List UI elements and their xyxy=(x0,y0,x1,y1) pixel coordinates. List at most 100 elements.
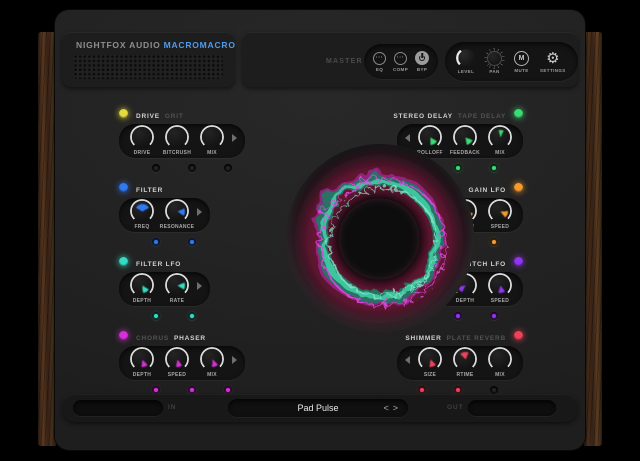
mod-dot xyxy=(152,238,160,246)
tab-chorus[interactable]: CHORUS xyxy=(136,335,169,342)
brand-primary: NIGHTFOX AUDIO xyxy=(76,40,161,50)
tab-shimmer[interactable]: SHIMMER xyxy=(405,335,441,342)
module-drive: DRIVE GRIT DRIVE BITCRUSH MIX xyxy=(119,108,245,172)
in-label: IN xyxy=(168,404,177,411)
knob-drive[interactable]: DRIVE xyxy=(127,126,157,156)
module-filter: FILTER FREQ RESONANCE xyxy=(119,182,210,246)
knob-label: DEPTH xyxy=(133,372,151,378)
preset-next-icon[interactable]: > xyxy=(392,402,399,414)
tab-grit[interactable]: GRIT xyxy=(165,113,184,120)
mod-dot xyxy=(188,164,196,172)
knob-label: DEPTH xyxy=(133,298,151,304)
knob-depth[interactable]: DEPTH xyxy=(127,274,157,304)
tab-stereo-delay[interactable]: STEREO DELAY xyxy=(393,113,453,120)
level-label: LEVEL xyxy=(458,69,475,74)
knob-group: DEPTH RATE xyxy=(119,272,210,306)
brand: NIGHTFOX AUDIOMACROMACRO xyxy=(62,32,235,50)
knob-label: DRIVE xyxy=(134,150,151,156)
comp-label: COMP xyxy=(393,67,408,72)
module-led xyxy=(119,183,128,192)
mod-dot xyxy=(188,312,196,320)
knob-mix[interactable]: MIX xyxy=(485,126,515,156)
mute-label: MUTE xyxy=(514,68,528,73)
expand-arrow-icon[interactable] xyxy=(197,282,202,290)
preset-prev-icon[interactable]: < xyxy=(382,402,389,414)
expand-arrow-icon[interactable] xyxy=(232,356,237,364)
tab-plate-reverb[interactable]: PLATE REVERB xyxy=(447,335,506,342)
module-shimmer: SHIMMER PLATE REVERB SIZE RTIME MIX xyxy=(397,330,523,394)
input-meter xyxy=(73,400,163,416)
knob-rate[interactable]: RATE xyxy=(162,274,192,304)
module-filter-lfo: FILTER LFO DEPTH RATE xyxy=(119,256,210,320)
mod-dot xyxy=(152,164,160,172)
bypass-label: BYP xyxy=(417,67,427,72)
gear-icon: ⚙ xyxy=(546,51,559,66)
knob-label: MIX xyxy=(495,372,505,378)
eq-button[interactable]: ··· EQ xyxy=(373,52,386,72)
level-knob[interactable]: LEVEL xyxy=(457,49,475,74)
tab-filter[interactable]: FILTER xyxy=(136,187,163,194)
preset-nav: < > xyxy=(382,402,399,414)
module-led xyxy=(119,257,128,266)
out-label: OUT xyxy=(447,404,464,411)
knob-rtime[interactable]: RTIME xyxy=(450,348,480,378)
comp-button[interactable]: ··· COMP xyxy=(393,52,408,72)
knob-speed[interactable]: SPEED xyxy=(485,200,515,230)
module-phaser: CHORUS PHASER DEPTH SPEED MIX xyxy=(119,330,245,394)
knob-depth[interactable]: DEPTH xyxy=(127,348,157,378)
tab-filter-lfo[interactable]: FILTER LFO xyxy=(136,261,181,268)
mod-dots xyxy=(418,386,498,394)
mod-dot xyxy=(188,238,196,246)
tab-drive[interactable]: DRIVE xyxy=(136,113,160,120)
preset-selector[interactable]: Pad Pulse < > xyxy=(228,399,408,417)
knob-label: SIZE xyxy=(424,372,436,378)
settings-label: SETTINGS xyxy=(540,68,566,73)
knob-mix[interactable]: MIX xyxy=(197,348,227,378)
mod-dot xyxy=(188,386,196,394)
wood-panel-right xyxy=(583,32,602,446)
knob-freq[interactable]: FREQ xyxy=(127,200,157,230)
expand-arrow-icon[interactable] xyxy=(232,134,237,142)
module-column-left: DRIVE GRIT DRIVE BITCRUSH MIX FILTER xyxy=(119,108,245,394)
knob-mix[interactable]: MIX xyxy=(485,348,515,378)
knob-label: BITCRUSH xyxy=(163,150,191,156)
knob-label: SPEED xyxy=(491,224,509,230)
eq-label: EQ xyxy=(376,67,383,72)
module-led xyxy=(514,183,523,192)
knob-mix[interactable]: MIX xyxy=(197,126,227,156)
dots-icon: ··· xyxy=(394,52,407,65)
settings-button[interactable]: ⚙ SETTINGS xyxy=(540,51,566,73)
knob-icon xyxy=(457,49,475,67)
tab-phaser[interactable]: PHASER xyxy=(174,335,206,342)
module-led xyxy=(514,257,523,266)
knob-ticks-icon xyxy=(487,51,502,66)
mod-dots xyxy=(152,238,210,246)
mod-dot xyxy=(490,312,498,320)
knob-speed[interactable]: SPEED xyxy=(485,274,515,304)
mute-button[interactable]: M MUTE xyxy=(514,51,529,73)
pan-knob[interactable]: PAN xyxy=(486,50,503,74)
knob-label: MIX xyxy=(207,372,217,378)
brand-accent: MACROMACRO xyxy=(164,40,236,50)
logo-block: NIGHTFOX AUDIOMACROMACRO xyxy=(62,32,235,87)
mod-dot xyxy=(490,164,498,172)
knob-label: RTIME xyxy=(456,372,473,378)
knob-group: DEPTH SPEED MIX xyxy=(119,346,245,380)
master-label: MASTER xyxy=(326,58,363,65)
module-led xyxy=(514,331,523,340)
expand-arrow-icon[interactable] xyxy=(405,356,410,364)
knob-size[interactable]: SIZE xyxy=(415,348,445,378)
knob-speed[interactable]: SPEED xyxy=(162,348,192,378)
mod-dot xyxy=(152,312,160,320)
knob-resonance[interactable]: RESONANCE xyxy=(162,200,192,230)
knob-label: MIX xyxy=(495,150,505,156)
knob-label: SPEED xyxy=(168,372,186,378)
master-block: MASTER ··· EQ ··· COMP BYP xyxy=(242,32,578,87)
expand-arrow-icon[interactable] xyxy=(197,208,202,216)
module-led xyxy=(119,109,128,118)
knob-bitcrush[interactable]: BITCRUSH xyxy=(162,126,192,156)
mod-dot xyxy=(490,386,498,394)
master-toggle-group: ··· EQ ··· COMP BYP xyxy=(364,44,438,79)
bypass-button[interactable]: BYP xyxy=(415,51,429,72)
tab-tape-delay[interactable]: TAPE DELAY xyxy=(458,113,506,120)
